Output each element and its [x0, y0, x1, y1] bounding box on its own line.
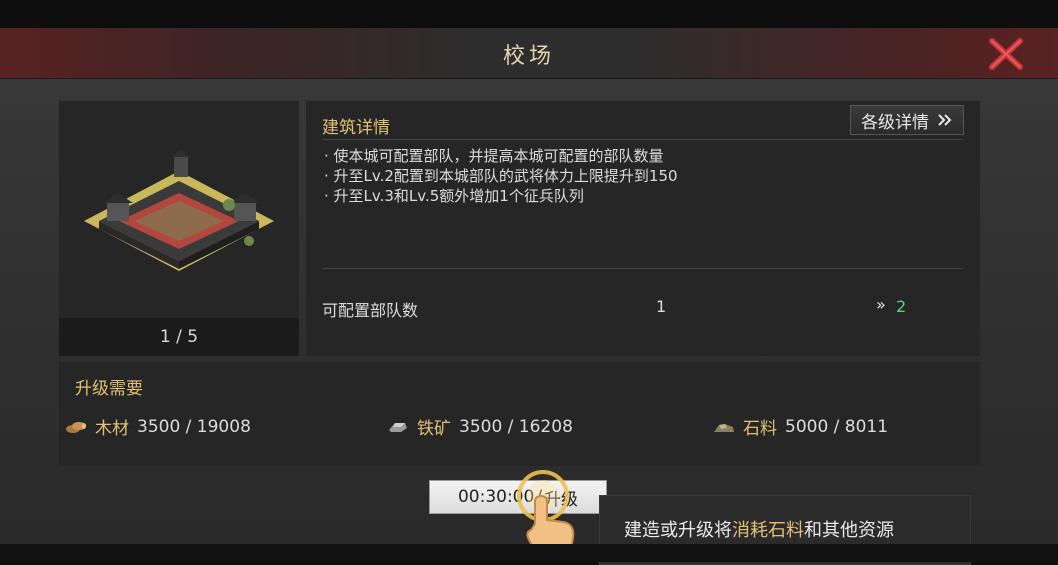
- resource-iron: 铁矿 3500 / 16208: [387, 414, 573, 439]
- iron-ore-icon: [389, 422, 407, 432]
- level-counter: 1 / 5: [59, 318, 299, 356]
- double-chevron-icon: »: [876, 295, 886, 314]
- tooltip-highlight: 消耗石料: [732, 520, 804, 541]
- dialog-title: 校场: [502, 44, 555, 69]
- resource-name: 木材: [95, 419, 129, 439]
- description-line: · 升至Lv.2配置到本城部队的武将体力上限提升到150: [324, 167, 678, 185]
- close-button[interactable]: [986, 36, 1026, 72]
- details-description: · 使本城可配置部队，并提高本城可配置的部队数量 · 升至Lv.2配置到本城部队…: [324, 146, 678, 206]
- double-chevron-right-icon: [938, 114, 952, 126]
- building-details-card: 建筑详情 各级详情 · 使本城可配置部队，并提高本城可配置的部队数量 · 升至L…: [306, 101, 980, 356]
- building-preview-card: 1 / 5: [59, 101, 299, 356]
- resource-stone: 石料 5000 / 8011: [713, 414, 888, 439]
- level-details-label: 各级详情: [861, 112, 929, 133]
- resource-wood: 木材 3500 / 19008: [65, 414, 251, 439]
- tooltip-prefix: 建造或升级将: [624, 520, 732, 541]
- close-icon: [989, 38, 1023, 70]
- description-line: · 升至Lv.3和Lv.5额外增加1个征兵队列: [324, 187, 584, 205]
- resource-name: 铁矿: [417, 419, 451, 439]
- resource-amount: 5000 / 8011: [785, 416, 889, 437]
- description-line: · 使本城可配置部队，并提高本城可配置的部队数量: [324, 147, 664, 165]
- wood-icon: [66, 421, 86, 433]
- divider: [322, 268, 962, 269]
- tooltip-suffix: 和其他资源: [804, 520, 894, 541]
- divider: [322, 139, 962, 140]
- details-title: 建筑详情: [322, 118, 390, 138]
- resource-amount: 3500 / 19008: [137, 416, 251, 437]
- stat-current-value: 1: [656, 297, 667, 316]
- level-details-button[interactable]: 各级详情: [850, 105, 964, 135]
- stat-next-value: 2: [896, 297, 907, 316]
- stone-icon: [714, 423, 734, 432]
- bottom-strip: [0, 544, 1058, 562]
- resource-amount: 3500 / 16208: [459, 416, 573, 437]
- requirements-title: 升级需要: [75, 379, 143, 399]
- resource-name: 石料: [743, 419, 777, 439]
- stat-label: 可配置部队数: [322, 301, 419, 320]
- building-image: [84, 149, 274, 271]
- upgrade-requirements-card: 升级需要 木材 3500 / 19008 铁矿 3500 / 16208 石料 …: [59, 362, 980, 466]
